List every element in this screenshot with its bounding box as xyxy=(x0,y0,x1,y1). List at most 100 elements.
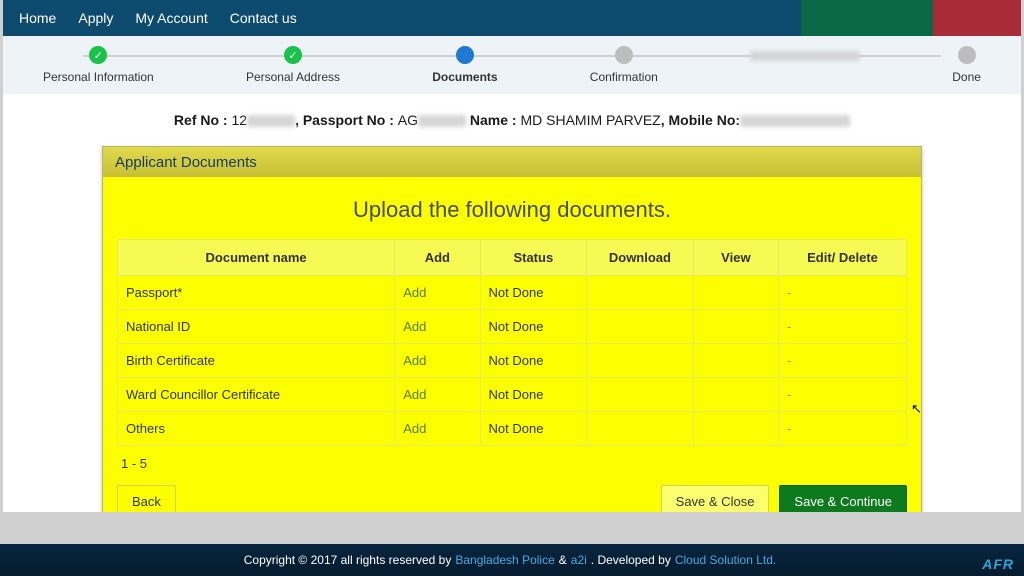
ref-no-value: 12 xyxy=(231,112,247,128)
stepper: ✓ Personal Information ✓ Personal Addres… xyxy=(3,36,1021,94)
add-link[interactable]: Add xyxy=(403,421,426,436)
button-row: Back Save & Close Save & Continue xyxy=(117,485,907,512)
circle-icon xyxy=(456,46,474,64)
table-row: Passport*AddNot Done- xyxy=(118,276,907,310)
panel-title: Applicant Documents xyxy=(103,147,921,177)
cell-add: Add xyxy=(395,344,480,378)
circle-icon xyxy=(958,46,976,64)
step-label: Confirmation xyxy=(590,70,658,84)
add-link[interactable]: Add xyxy=(403,353,426,368)
step-documents[interactable]: Documents xyxy=(432,46,497,84)
circle-icon xyxy=(615,46,633,64)
step-personal-information[interactable]: ✓ Personal Information xyxy=(43,46,154,84)
th-edit-delete: Edit/ Delete xyxy=(779,240,907,276)
footer-logo: AFR xyxy=(982,556,1014,572)
cell-download xyxy=(587,344,694,378)
cell-view xyxy=(693,344,778,378)
table-row: Others Add Not Done - xyxy=(118,412,907,446)
table-row: Birth Certificate Add Not Done - xyxy=(118,344,907,378)
back-button[interactable]: Back xyxy=(117,485,176,512)
cell-status: Not Done xyxy=(480,412,587,446)
th-document-name: Document name xyxy=(118,240,395,276)
cell-view xyxy=(693,310,778,344)
blurred-label xyxy=(750,51,860,61)
add-link[interactable]: Add xyxy=(403,387,426,402)
cell-view xyxy=(693,378,778,412)
cell-add: Add xyxy=(395,310,480,344)
cell-download xyxy=(587,276,694,310)
cell-status: Not Done xyxy=(480,344,587,378)
nav-home[interactable]: Home xyxy=(19,10,56,26)
page: Home Apply My Account Contact us ✓ Perso… xyxy=(3,0,1021,512)
cell-edit-delete: - xyxy=(779,310,907,344)
table-row: National ID Add Not Done - xyxy=(118,310,907,344)
cell-status: Not Done xyxy=(480,276,587,310)
step-label: Documents xyxy=(432,70,497,84)
cell-edit-delete: - xyxy=(779,378,907,412)
passport-no-blur xyxy=(418,115,466,127)
passport-no-value: AG xyxy=(398,112,418,128)
th-status: Status xyxy=(480,240,587,276)
add-link[interactable]: Add xyxy=(403,319,426,334)
step-personal-address[interactable]: ✓ Personal Address xyxy=(246,46,340,84)
check-icon: ✓ xyxy=(284,46,302,64)
save-close-button[interactable]: Save & Close xyxy=(661,485,770,512)
cell-download xyxy=(587,310,694,344)
nav-my-account[interactable]: My Account xyxy=(135,10,207,26)
applicant-documents-panel: Applicant Documents Upload the following… xyxy=(102,146,922,512)
step-hidden xyxy=(750,51,860,79)
cell-status: Not Done xyxy=(480,310,587,344)
panel-body: Upload the following documents. Document… xyxy=(103,177,921,512)
table-header-row: Document name Add Status Download View E… xyxy=(118,240,907,276)
step-confirmation[interactable]: Confirmation xyxy=(590,46,658,84)
cell-edit-delete: - xyxy=(779,276,907,310)
footer-link-police[interactable]: Bangladesh Police xyxy=(455,553,554,567)
mobile-no-blur xyxy=(740,115,850,127)
name-label: Name : xyxy=(466,112,520,128)
cell-document-name: Ward Councillor Certificate xyxy=(118,378,395,412)
step-label: Personal Information xyxy=(43,70,154,84)
ref-no-label: Ref No : xyxy=(174,112,232,128)
cell-download xyxy=(587,412,694,446)
cell-view xyxy=(693,276,778,310)
upload-title: Upload the following documents. xyxy=(117,197,907,223)
mobile-no-label: , Mobile No: xyxy=(661,112,740,128)
th-add: Add xyxy=(395,240,480,276)
top-nav: Home Apply My Account Contact us xyxy=(3,0,1021,36)
footer-dev: . Developed by xyxy=(591,553,671,567)
cell-view xyxy=(693,412,778,446)
table-row: Ward Councillor Certificate Add Not Done - xyxy=(118,378,907,412)
ref-no-blur xyxy=(247,115,295,127)
cell-edit-delete: - xyxy=(779,344,907,378)
step-label: Personal Address xyxy=(246,70,340,84)
flag-decoration xyxy=(801,0,1021,36)
th-view: View xyxy=(693,240,778,276)
cell-add: Add xyxy=(395,412,480,446)
row-count: 1 - 5 xyxy=(117,456,907,471)
nav-apply[interactable]: Apply xyxy=(78,10,113,26)
name-value: MD SHAMIM PARVEZ xyxy=(520,112,660,128)
footer-copy: Copyright © 2017 all rights reserved by xyxy=(244,553,452,567)
step-done[interactable]: Done xyxy=(952,46,981,84)
cell-status: Not Done xyxy=(480,378,587,412)
step-label: Done xyxy=(952,70,981,84)
save-continue-button[interactable]: Save & Continue xyxy=(779,485,907,512)
cell-document-name: Birth Certificate xyxy=(118,344,395,378)
th-download: Download xyxy=(587,240,694,276)
documents-table: Document name Add Status Download View E… xyxy=(117,239,907,446)
passport-no-label: , Passport No : xyxy=(295,112,398,128)
cell-document-name: Others xyxy=(118,412,395,446)
check-icon: ✓ xyxy=(89,46,107,64)
cell-add: Add xyxy=(395,378,480,412)
footer-link-cloud[interactable]: Cloud Solution Ltd. xyxy=(675,553,776,567)
cell-add: Add xyxy=(395,276,480,310)
footer: Copyright © 2017 all rights reserved by … xyxy=(0,544,1024,576)
cell-edit-delete: - xyxy=(779,412,907,446)
cell-download xyxy=(587,378,694,412)
reference-line: Ref No : 12 , Passport No : AG Name : MD … xyxy=(3,112,1021,128)
footer-amp: & xyxy=(559,553,567,567)
footer-link-a2i[interactable]: a2i xyxy=(571,553,587,567)
cell-document-name: National ID xyxy=(118,310,395,344)
nav-contact-us[interactable]: Contact us xyxy=(230,10,297,26)
add-link[interactable]: Add xyxy=(403,285,426,300)
